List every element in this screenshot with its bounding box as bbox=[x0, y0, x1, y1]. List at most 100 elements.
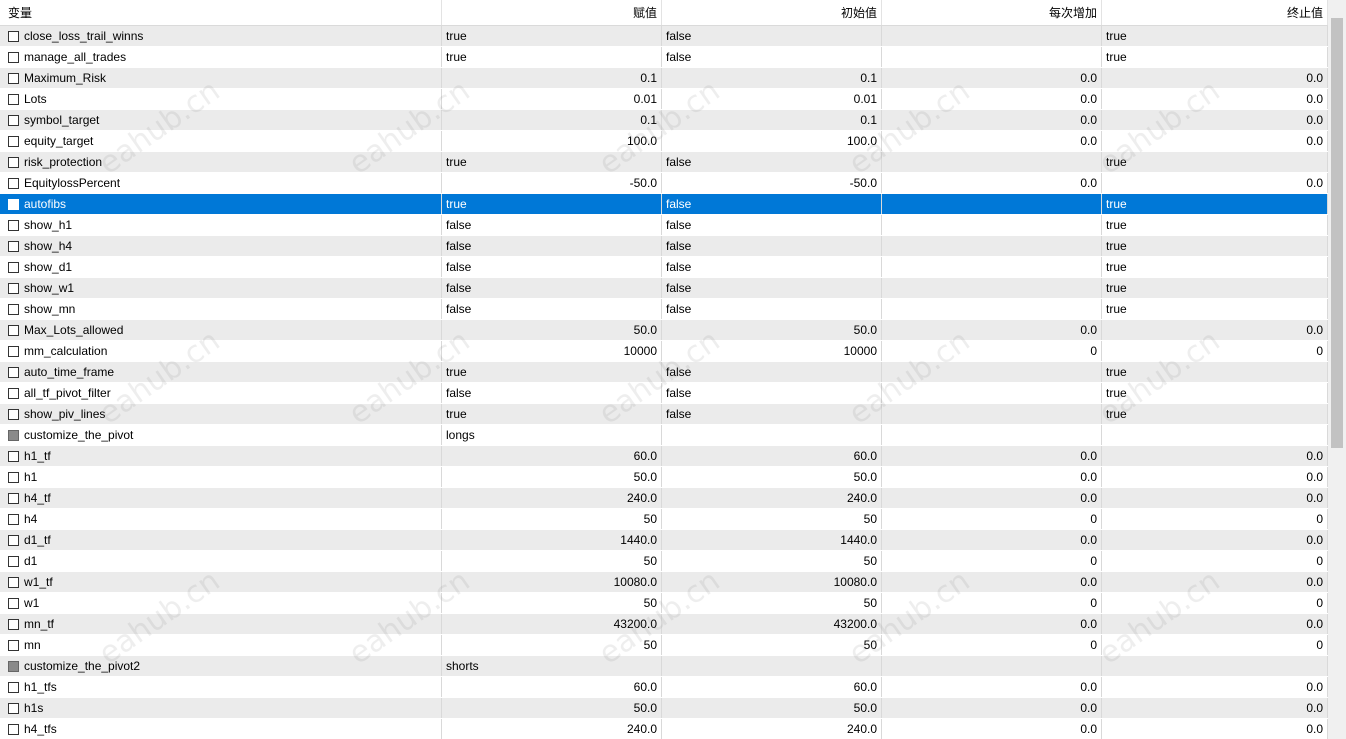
param-name-cell[interactable]: show_mn bbox=[0, 299, 442, 319]
param-name-cell[interactable]: h1s bbox=[0, 698, 442, 718]
param-name-cell[interactable]: h1_tfs bbox=[0, 677, 442, 697]
param-name-cell[interactable]: symbol_target bbox=[0, 110, 442, 130]
param-name-cell[interactable]: autofibs bbox=[0, 194, 442, 214]
table-row[interactable]: symbol_target 0.1 0.1 0.0 0.0 bbox=[0, 110, 1328, 131]
step-cell[interactable] bbox=[882, 194, 1102, 214]
value-cell[interactable]: 0.01 bbox=[442, 89, 662, 109]
step-cell[interactable]: 0 bbox=[882, 509, 1102, 529]
param-name-cell[interactable]: EquitylossPercent bbox=[0, 173, 442, 193]
stop-cell[interactable]: 0.0 bbox=[1102, 446, 1328, 466]
step-cell[interactable]: 0.0 bbox=[882, 89, 1102, 109]
start-cell[interactable]: 50.0 bbox=[662, 698, 882, 718]
optimize-checkbox[interactable] bbox=[8, 31, 19, 42]
stop-cell[interactable]: 0.0 bbox=[1102, 89, 1328, 109]
value-cell[interactable]: 10080.0 bbox=[442, 572, 662, 592]
start-cell[interactable] bbox=[662, 425, 882, 445]
table-row[interactable]: show_h1 false false true bbox=[0, 215, 1328, 236]
optimize-checkbox[interactable] bbox=[8, 577, 19, 588]
value-cell[interactable]: 50 bbox=[442, 593, 662, 613]
value-cell[interactable]: true bbox=[442, 194, 662, 214]
value-cell[interactable]: 1440.0 bbox=[442, 530, 662, 550]
optimize-checkbox[interactable] bbox=[8, 388, 19, 399]
table-row[interactable]: Lots 0.01 0.01 0.0 0.0 bbox=[0, 89, 1328, 110]
table-row[interactable]: d1_tf 1440.0 1440.0 0.0 0.0 bbox=[0, 530, 1328, 551]
optimize-checkbox[interactable] bbox=[8, 724, 19, 735]
stop-cell[interactable]: true bbox=[1102, 194, 1328, 214]
optimize-checkbox[interactable] bbox=[8, 535, 19, 546]
step-cell[interactable]: 0.0 bbox=[882, 110, 1102, 130]
stop-cell[interactable]: 0 bbox=[1102, 593, 1328, 613]
stop-cell[interactable]: true bbox=[1102, 362, 1328, 382]
stop-cell[interactable]: 0.0 bbox=[1102, 614, 1328, 634]
stop-cell[interactable]: 0.0 bbox=[1102, 698, 1328, 718]
start-cell[interactable]: false bbox=[662, 236, 882, 256]
optimize-checkbox[interactable] bbox=[8, 52, 19, 63]
optimize-checkbox[interactable] bbox=[8, 640, 19, 651]
stop-cell[interactable]: true bbox=[1102, 47, 1328, 67]
param-name-cell[interactable]: h4 bbox=[0, 509, 442, 529]
stop-cell[interactable]: 0.0 bbox=[1102, 320, 1328, 340]
param-name-cell[interactable]: auto_time_frame bbox=[0, 362, 442, 382]
table-row[interactable]: show_mn false false true bbox=[0, 299, 1328, 320]
step-cell[interactable] bbox=[882, 299, 1102, 319]
start-cell[interactable]: 50 bbox=[662, 509, 882, 529]
stop-cell[interactable]: 0.0 bbox=[1102, 131, 1328, 151]
table-row[interactable]: show_piv_lines true false true bbox=[0, 404, 1328, 425]
stop-cell[interactable]: 0 bbox=[1102, 635, 1328, 655]
optimize-checkbox[interactable] bbox=[8, 430, 19, 441]
value-cell[interactable]: 100.0 bbox=[442, 131, 662, 151]
optimize-checkbox[interactable] bbox=[8, 325, 19, 336]
table-row[interactable]: show_w1 false false true bbox=[0, 278, 1328, 299]
start-cell[interactable]: false bbox=[662, 299, 882, 319]
stop-cell[interactable]: 0 bbox=[1102, 509, 1328, 529]
step-cell[interactable]: 0.0 bbox=[882, 68, 1102, 88]
start-cell[interactable]: 10000 bbox=[662, 341, 882, 361]
value-cell[interactable]: shorts bbox=[442, 656, 662, 676]
optimize-checkbox[interactable] bbox=[8, 262, 19, 273]
optimize-checkbox[interactable] bbox=[8, 598, 19, 609]
param-name-cell[interactable]: show_w1 bbox=[0, 278, 442, 298]
table-row[interactable]: h4_tfs 240.0 240.0 0.0 0.0 bbox=[0, 719, 1328, 739]
table-row[interactable]: all_tf_pivot_filter false false true bbox=[0, 383, 1328, 404]
table-row[interactable]: manage_all_trades true false true bbox=[0, 47, 1328, 68]
param-name-cell[interactable]: mm_calculation bbox=[0, 341, 442, 361]
table-row[interactable]: show_h4 false false true bbox=[0, 236, 1328, 257]
step-cell[interactable]: 0.0 bbox=[882, 530, 1102, 550]
optimize-checkbox[interactable] bbox=[8, 73, 19, 84]
param-name-cell[interactable]: close_loss_trail_winns bbox=[0, 26, 442, 46]
start-cell[interactable]: false bbox=[662, 215, 882, 235]
step-cell[interactable] bbox=[882, 236, 1102, 256]
stop-cell[interactable]: true bbox=[1102, 152, 1328, 172]
param-name-cell[interactable]: show_h4 bbox=[0, 236, 442, 256]
table-row[interactable]: mn_tf 43200.0 43200.0 0.0 0.0 bbox=[0, 614, 1328, 635]
step-cell[interactable]: 0.0 bbox=[882, 614, 1102, 634]
start-cell[interactable]: -50.0 bbox=[662, 173, 882, 193]
stop-cell[interactable]: true bbox=[1102, 404, 1328, 424]
value-cell[interactable]: 43200.0 bbox=[442, 614, 662, 634]
table-row[interactable]: h1 50.0 50.0 0.0 0.0 bbox=[0, 467, 1328, 488]
table-row[interactable]: auto_time_frame true false true bbox=[0, 362, 1328, 383]
optimize-checkbox[interactable] bbox=[8, 703, 19, 714]
optimize-checkbox[interactable] bbox=[8, 493, 19, 504]
step-cell[interactable] bbox=[882, 152, 1102, 172]
step-cell[interactable]: 0.0 bbox=[882, 131, 1102, 151]
value-cell[interactable]: false bbox=[442, 278, 662, 298]
stop-cell[interactable]: 0.0 bbox=[1102, 572, 1328, 592]
step-cell[interactable] bbox=[882, 425, 1102, 445]
optimize-checkbox[interactable] bbox=[8, 661, 19, 672]
value-cell[interactable]: true bbox=[442, 26, 662, 46]
optimize-checkbox[interactable] bbox=[8, 619, 19, 630]
optimize-checkbox[interactable] bbox=[8, 514, 19, 525]
step-cell[interactable] bbox=[882, 47, 1102, 67]
value-cell[interactable]: 50 bbox=[442, 509, 662, 529]
step-cell[interactable] bbox=[882, 383, 1102, 403]
param-name-cell[interactable]: h1 bbox=[0, 467, 442, 487]
stop-cell[interactable] bbox=[1102, 425, 1328, 445]
table-row[interactable]: show_d1 false false true bbox=[0, 257, 1328, 278]
value-cell[interactable]: 0.1 bbox=[442, 110, 662, 130]
param-name-cell[interactable]: w1 bbox=[0, 593, 442, 613]
value-cell[interactable]: 10000 bbox=[442, 341, 662, 361]
value-cell[interactable]: false bbox=[442, 215, 662, 235]
start-cell[interactable]: false bbox=[662, 47, 882, 67]
param-name-cell[interactable]: Lots bbox=[0, 89, 442, 109]
